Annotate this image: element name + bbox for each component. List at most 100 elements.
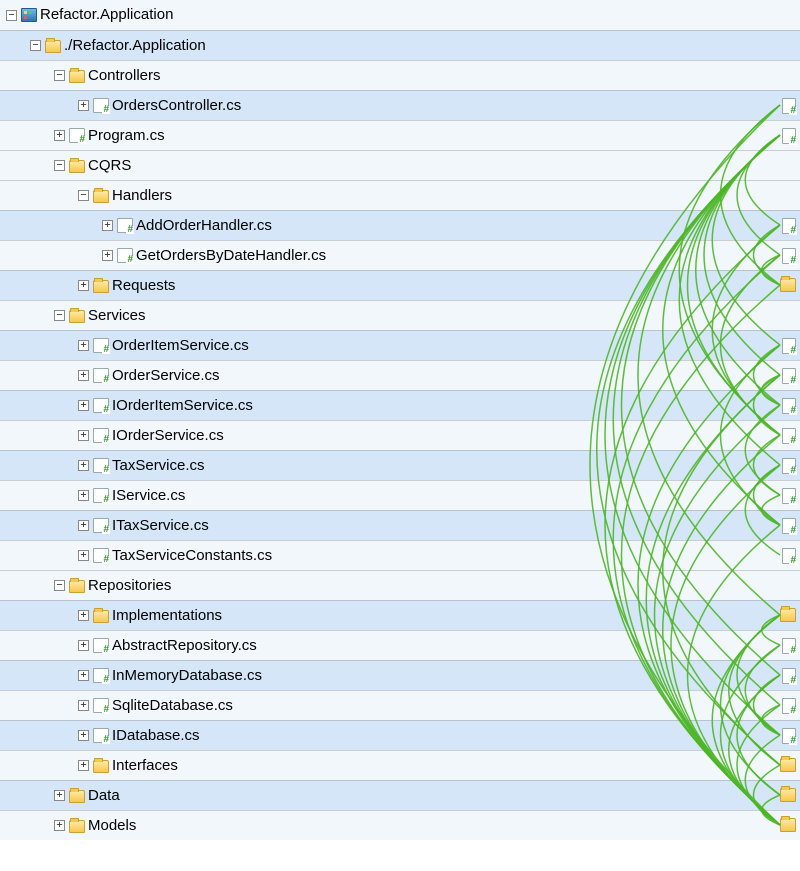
expander-collapse-icon[interactable]: − [54, 70, 65, 81]
csharp-file-icon [782, 248, 796, 264]
csharp-file-icon [782, 548, 796, 564]
expander-expand-icon[interactable]: + [78, 520, 89, 531]
expander-expand-icon[interactable]: + [54, 820, 65, 831]
csharp-file-icon [93, 428, 109, 443]
expander-expand-icon[interactable]: + [78, 610, 89, 621]
tree-label: ./Refactor.Application [64, 31, 206, 61]
tree-row[interactable]: +InMemoryDatabase.cs [0, 660, 800, 690]
expander-collapse-icon[interactable]: − [78, 190, 89, 201]
tree-row[interactable]: − Controllers [0, 60, 800, 90]
tree-label: Models [88, 811, 136, 841]
tree-row[interactable]: +AddOrderHandler.cs [0, 210, 800, 240]
folder-icon [780, 278, 796, 292]
csharp-file-icon [782, 368, 796, 384]
tree-row[interactable]: + AbstractRepository.cs [0, 630, 800, 660]
tree-row[interactable]: +SqliteDatabase.cs [0, 690, 800, 720]
expander-expand-icon[interactable]: + [78, 670, 89, 681]
tree-row[interactable]: + IOrderService.cs [0, 420, 800, 450]
tree-label: AbstractRepository.cs [112, 631, 257, 661]
csharp-file-icon [93, 698, 109, 713]
csharp-file-icon [782, 488, 796, 504]
folder-icon [780, 758, 796, 772]
tree-row[interactable]: −Handlers [0, 180, 800, 210]
folder-icon [780, 818, 796, 832]
tree-label: IOrderService.cs [112, 421, 224, 451]
expander-expand-icon[interactable]: + [78, 100, 89, 111]
tree-row[interactable]: + TaxService.cs [0, 450, 800, 480]
tree-row[interactable]: + OrderService.cs [0, 360, 800, 390]
tree-row[interactable]: + ITaxService.cs [0, 510, 800, 540]
expander-expand-icon[interactable]: + [78, 400, 89, 411]
folder-icon [69, 160, 85, 173]
tree-label: Controllers [88, 61, 161, 91]
expander-expand-icon[interactable]: + [78, 490, 89, 501]
tree-label: Services [88, 301, 146, 331]
folder-icon [45, 40, 61, 53]
expander-collapse-icon[interactable]: − [6, 10, 17, 21]
expander-expand-icon[interactable]: + [78, 640, 89, 651]
csharp-file-icon [93, 518, 109, 533]
tree-row[interactable]: + Data [0, 780, 800, 810]
tree-row[interactable]: + IOrderItemService.cs [0, 390, 800, 420]
tree-row[interactable]: − Repositories [0, 570, 800, 600]
tree-row[interactable]: − Services [0, 300, 800, 330]
expander-collapse-icon[interactable]: − [54, 160, 65, 171]
tree-label: TaxService.cs [112, 451, 205, 481]
tree-label: OrderService.cs [112, 361, 220, 391]
tree-label: Repositories [88, 571, 171, 601]
expander-expand-icon[interactable]: + [78, 370, 89, 381]
csharp-file-icon [93, 548, 109, 563]
csharp-file-icon [93, 638, 109, 653]
tree-row[interactable]: + Implementations [0, 600, 800, 630]
expander-collapse-icon[interactable]: − [54, 580, 65, 591]
expander-expand-icon[interactable]: + [78, 430, 89, 441]
csharp-file-icon [782, 338, 796, 354]
tree-row[interactable]: + OrderItemService.cs [0, 330, 800, 360]
expander-expand-icon[interactable]: + [54, 790, 65, 801]
tree-label: ITaxService.cs [112, 511, 209, 541]
expander-expand-icon[interactable]: + [78, 700, 89, 711]
folder-icon [93, 190, 109, 203]
tree-row[interactable]: +OrdersController.cs [0, 90, 800, 120]
expander-expand-icon[interactable]: + [78, 280, 89, 291]
expander-expand-icon[interactable]: + [78, 760, 89, 771]
tree-label: IOrderItemService.cs [112, 391, 253, 421]
project-icon [21, 8, 37, 22]
tree-row[interactable]: − CQRS [0, 150, 800, 180]
expander-expand-icon[interactable]: + [54, 130, 65, 141]
tree-label: TaxServiceConstants.cs [112, 541, 272, 571]
tree-row[interactable]: −Refactor.Application [0, 0, 800, 30]
expander-collapse-icon[interactable]: − [54, 310, 65, 321]
csharp-file-icon [93, 368, 109, 383]
tree-label: OrderItemService.cs [112, 331, 249, 361]
tree-row[interactable]: + Requests [0, 270, 800, 300]
folder-icon [69, 820, 85, 833]
expander-expand-icon[interactable]: + [102, 250, 113, 261]
csharp-file-icon [782, 98, 796, 114]
expander-expand-icon[interactable]: + [78, 730, 89, 741]
expander-expand-icon[interactable]: + [102, 220, 113, 231]
expander-expand-icon[interactable]: + [78, 340, 89, 351]
folder-icon [69, 580, 85, 593]
csharp-file-icon [782, 698, 796, 714]
expander-expand-icon[interactable]: + [78, 550, 89, 561]
expander-expand-icon[interactable]: + [78, 460, 89, 471]
csharp-file-icon [93, 338, 109, 353]
tree-row[interactable]: − ./Refactor.Application [0, 30, 800, 60]
tree-row[interactable]: +GetOrdersByDateHandler.cs [0, 240, 800, 270]
tree-label: Data [88, 781, 120, 811]
tree-label: CQRS [88, 151, 131, 181]
csharp-file-icon [782, 398, 796, 414]
tree-row[interactable]: + TaxServiceConstants.cs [0, 540, 800, 570]
tree-row[interactable]: +Program.cs [0, 120, 800, 150]
tree-label: Requests [112, 271, 175, 301]
folder-icon [780, 788, 796, 802]
tree-row[interactable]: +IService.cs [0, 480, 800, 510]
expander-collapse-icon[interactable]: − [30, 40, 41, 51]
tree-row[interactable]: + Interfaces [0, 750, 800, 780]
csharp-file-icon [782, 518, 796, 534]
tree-row[interactable]: + Models [0, 810, 800, 840]
tree-label: Implementations [112, 601, 222, 631]
tree-row[interactable]: +IDatabase.cs [0, 720, 800, 750]
tree-label: Interfaces [112, 751, 178, 781]
